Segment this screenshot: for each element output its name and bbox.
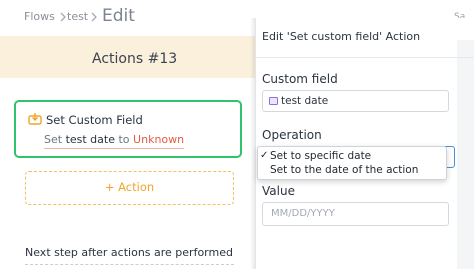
action-title: Set Custom Field [46,113,143,127]
action-desc-field: test date [65,133,115,146]
action-desc-value: Unknown [133,133,185,146]
custom-field-icon [28,113,42,125]
operation-option-specific-date[interactable]: Set to specific date [270,150,371,162]
add-action-button[interactable]: + Action [25,171,234,205]
action-desc-mid: to [115,133,134,146]
custom-field-label: Custom field [262,72,338,86]
panel-scroll-strip [457,40,474,269]
action-description: Set test date to Unknown [44,133,185,149]
custom-field-value: test date [281,95,329,107]
value-date-input[interactable]: MM/DD/YYYY [262,202,449,226]
value-placeholder: MM/DD/YYYY [271,208,335,219]
next-step-label: Next step after actions are performed [25,246,233,259]
next-step-dropzone[interactable] [25,264,234,266]
breadcrumb-flows[interactable]: Flows [24,10,55,23]
operation-dropdown-menu: ✓ Set to specific date Set to the date o… [257,146,447,180]
check-icon: ✓ [260,150,269,161]
edit-action-panel: Edit 'Set custom field' Action Custom fi… [255,18,474,269]
operation-option-action-date[interactable]: Set to the date of the action [270,164,418,176]
actions-title: Actions #13 [92,51,178,67]
breadcrumb-test[interactable]: test [67,10,88,23]
value-label: Value [262,184,295,198]
panel-title: Edit 'Set custom field' Action [262,30,421,43]
chevron-right-icon [91,12,97,22]
page-title: Edit [102,6,135,26]
action-desc-prefix: Set [44,133,66,146]
action-card-set-custom-field[interactable]: Set Custom Field Set test date to Unknow… [14,100,242,158]
custom-field-select[interactable]: test date [262,90,449,112]
field-tag-icon [269,97,278,105]
panel-header: Edit 'Set custom field' Action [256,18,474,58]
operation-label: Operation [262,128,322,142]
